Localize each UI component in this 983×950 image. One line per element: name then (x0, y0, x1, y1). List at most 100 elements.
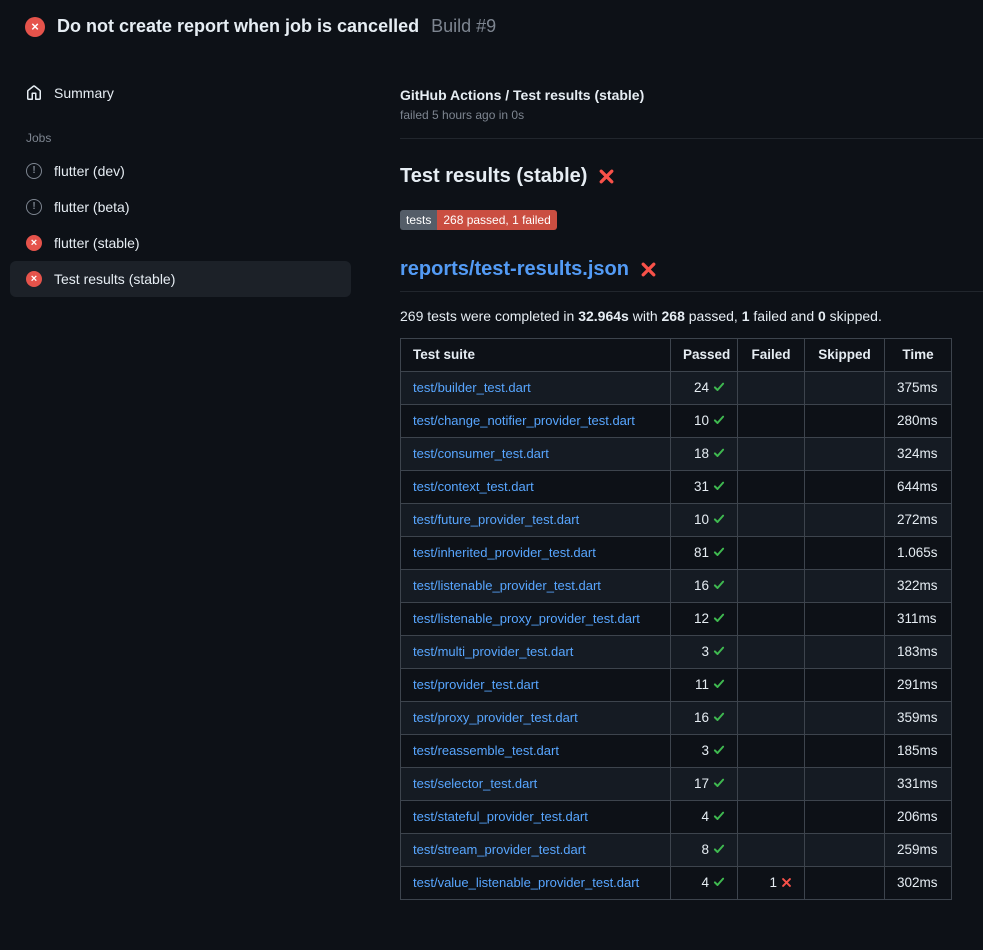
table-row: test/context_test.dart 31 644ms (401, 471, 952, 504)
test-suite-link[interactable]: test/stateful_provider_test.dart (413, 809, 588, 824)
check-icon (713, 744, 725, 756)
check-icon (713, 678, 725, 690)
test-suite-link[interactable]: test/reassemble_test.dart (413, 743, 559, 758)
job-status-icon (26, 235, 42, 251)
table-row: test/listenable_provider_test.dart 16 32… (401, 570, 952, 603)
time-cell: 375ms (885, 372, 952, 405)
suite-cell: test/reassemble_test.dart (401, 735, 671, 768)
col-header-passed: Passed (671, 339, 738, 372)
suite-cell: test/multi_provider_test.dart (401, 636, 671, 669)
check-icon (713, 810, 725, 822)
table-row: test/multi_provider_test.dart 3 183ms (401, 636, 952, 669)
test-suite-link[interactable]: test/value_listenable_provider_test.dart (413, 875, 639, 890)
table-row: test/proxy_provider_test.dart 16 359ms (401, 702, 952, 735)
table-row: test/reassemble_test.dart 3 185ms (401, 735, 952, 768)
build-number: Build #9 (431, 16, 496, 37)
table-row: test/future_provider_test.dart 10 272ms (401, 504, 952, 537)
check-icon (713, 447, 725, 459)
test-suite-link[interactable]: test/consumer_test.dart (413, 446, 549, 461)
badge-label: tests (400, 210, 437, 230)
test-suite-link[interactable]: test/stream_provider_test.dart (413, 842, 586, 857)
sidebar: Summary Jobs flutter (dev) flutter (beta… (0, 49, 400, 297)
check-icon (713, 645, 725, 657)
time-cell: 331ms (885, 768, 952, 801)
table-row: test/selector_test.dart 17 331ms (401, 768, 952, 801)
results-table-head: Test suite Passed Failed Skipped Time (401, 339, 952, 372)
failed-cell (738, 603, 805, 636)
page-layout: Summary Jobs flutter (dev) flutter (beta… (0, 49, 983, 900)
sidebar-job-item[interactable]: Test results (stable) (10, 261, 351, 297)
breadcrumb: GitHub Actions / Test results (stable) (400, 87, 983, 103)
suite-cell: test/change_notifier_provider_test.dart (401, 405, 671, 438)
test-suite-link[interactable]: test/listenable_proxy_provider_test.dart (413, 611, 640, 626)
suite-cell: test/context_test.dart (401, 471, 671, 504)
suite-cell: test/provider_test.dart (401, 669, 671, 702)
failed-cell (738, 405, 805, 438)
test-suite-link[interactable]: test/proxy_provider_test.dart (413, 710, 578, 725)
summary-label: Summary (54, 85, 114, 101)
test-suite-link[interactable]: test/listenable_provider_test.dart (413, 578, 601, 593)
passed-cell: 12 (671, 603, 738, 636)
skipped-cell (805, 570, 885, 603)
results-table-body: test/builder_test.dart 24 375ms (401, 372, 952, 900)
time-cell: 311ms (885, 603, 952, 636)
test-suite-link[interactable]: test/change_notifier_provider_test.dart (413, 413, 635, 428)
home-icon (26, 85, 42, 101)
page-title: Do not create report when job is cancell… (57, 16, 419, 37)
suite-cell: test/listenable_provider_test.dart (401, 570, 671, 603)
tests-badge: tests 268 passed, 1 failed (400, 210, 557, 230)
failed-cell (738, 702, 805, 735)
sidebar-job-item[interactable]: flutter (dev) (10, 153, 351, 189)
skipped-cell (805, 438, 885, 471)
sidebar-job-item[interactable]: flutter (beta) (10, 189, 351, 225)
check-icon (713, 414, 725, 426)
time-cell: 206ms (885, 801, 952, 834)
time-cell: 185ms (885, 735, 952, 768)
job-label: Test results (stable) (54, 271, 175, 287)
skipped-cell (805, 702, 885, 735)
sidebar-job-item[interactable]: flutter (stable) (10, 225, 351, 261)
suite-cell: test/proxy_provider_test.dart (401, 702, 671, 735)
test-suite-link[interactable]: test/provider_test.dart (413, 677, 539, 692)
job-status-icon (26, 271, 42, 287)
check-icon (713, 843, 725, 855)
table-row: test/builder_test.dart 24 375ms (401, 372, 952, 405)
job-status-icon (26, 163, 42, 179)
suite-cell: test/consumer_test.dart (401, 438, 671, 471)
passed-cell: 10 (671, 504, 738, 537)
passed-cell: 31 (671, 471, 738, 504)
failed-cell (738, 801, 805, 834)
check-icon (713, 711, 725, 723)
skipped-cell (805, 636, 885, 669)
test-suite-link[interactable]: test/builder_test.dart (413, 380, 531, 395)
table-row: test/consumer_test.dart 18 324ms (401, 438, 952, 471)
job-list: flutter (dev) flutter (beta) flutter (st… (10, 153, 400, 297)
suite-cell: test/listenable_proxy_provider_test.dart (401, 603, 671, 636)
header-divider (400, 138, 983, 139)
failed-cell (738, 669, 805, 702)
time-cell: 291ms (885, 669, 952, 702)
job-status-icon (26, 199, 42, 215)
check-run-title: Test results (stable) (400, 165, 983, 188)
check-icon (713, 876, 725, 888)
test-suite-link[interactable]: test/selector_test.dart (413, 776, 537, 791)
run-failed-icon: × (25, 17, 45, 37)
passed-cell: 8 (671, 834, 738, 867)
skipped-cell (805, 735, 885, 768)
passed-cell: 4 (671, 867, 738, 900)
test-suite-link[interactable]: test/context_test.dart (413, 479, 534, 494)
sidebar-item-summary[interactable]: Summary (10, 75, 351, 111)
failed-cell (738, 471, 805, 504)
suite-cell: test/selector_test.dart (401, 768, 671, 801)
table-row: test/value_listenable_provider_test.dart… (401, 867, 952, 900)
failed-x-icon (598, 168, 615, 185)
test-suite-link[interactable]: test/future_provider_test.dart (413, 512, 579, 527)
col-header-test-suite: Test suite (401, 339, 671, 372)
skipped-cell (805, 372, 885, 405)
test-suite-link[interactable]: test/multi_provider_test.dart (413, 644, 573, 659)
test-suite-link[interactable]: test/inherited_provider_test.dart (413, 545, 596, 560)
report-link[interactable]: reports/test-results.json (400, 258, 629, 281)
col-header-time: Time (885, 339, 952, 372)
failed-cell (738, 636, 805, 669)
check-icon (713, 612, 725, 624)
